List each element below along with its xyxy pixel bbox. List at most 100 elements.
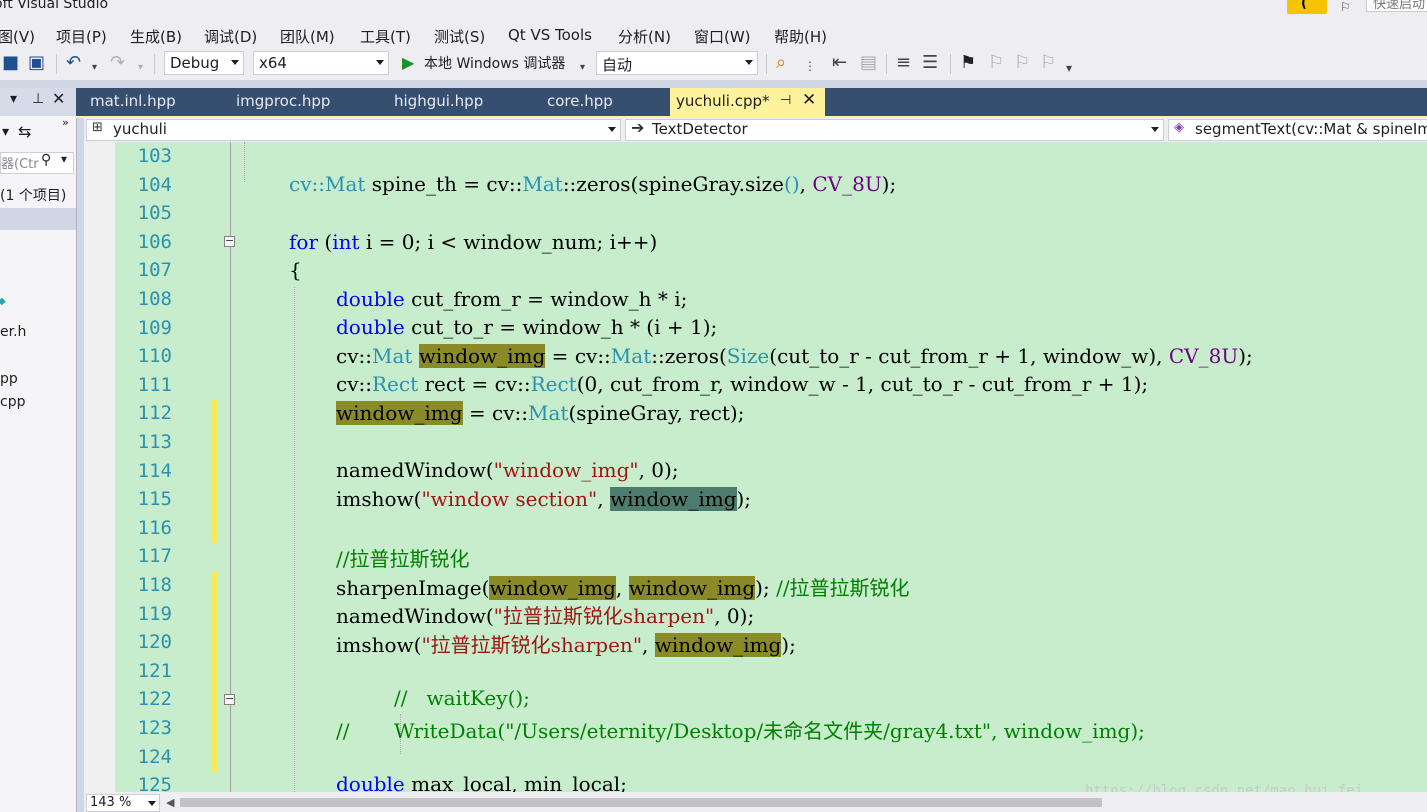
code-line-120[interactable]: imshow("拉普拉斯锐化sharpen", window_img); xyxy=(336,629,796,658)
panel-dropdown-icon[interactable]: ▾ xyxy=(10,91,17,107)
comment-icon[interactable]: ≡ xyxy=(896,53,911,73)
redo-icon[interactable]: ↷ xyxy=(110,53,125,73)
step-disabled-icon[interactable]: ▤ xyxy=(860,53,877,73)
project-dropdown[interactable]: ⊞ yuchuli xyxy=(86,119,621,141)
menu-test[interactable]: 测试(S) xyxy=(434,26,485,47)
zoom-dropdown[interactable]: 143 % xyxy=(86,794,160,812)
overflow-icon[interactable]: ⋮ xyxy=(804,56,816,76)
tab-highgui-hpp[interactable]: highgui.hpp xyxy=(394,92,483,110)
chevron-down-icon xyxy=(376,60,384,65)
code-line-111[interactable]: cv::Rect rect = cv::Rect(0, cut_from_r, … xyxy=(336,372,1148,396)
tab-yuchuli-cpp[interactable]: yuchuli.cpp* ⊣ ✕ xyxy=(670,88,825,116)
code-line-109[interactable]: double cut_to_r = window_h * (i + 1); xyxy=(336,315,717,339)
configuration-dropdown[interactable]: Debug xyxy=(164,51,244,75)
overflow-icon[interactable]: » xyxy=(62,116,69,129)
quick-launch-input[interactable]: 快速启动 xyxy=(1366,0,1427,12)
close-icon[interactable]: ✕ xyxy=(802,90,816,110)
sync-icon[interactable]: ⇆ xyxy=(18,122,31,141)
code-line-125[interactable]: double max_local, min_local; xyxy=(336,772,627,792)
run-mode-dropdown[interactable]: 自动 xyxy=(596,51,758,75)
undo-icon[interactable]: ↶ xyxy=(66,53,81,73)
class-dropdown[interactable]: ➔ TextDetector xyxy=(625,119,1164,141)
close-icon[interactable]: ✕ xyxy=(52,89,65,108)
fold-icon[interactable]: − xyxy=(224,235,235,247)
redo-dropdown-icon[interactable]: ▾ xyxy=(138,58,143,78)
scroll-left-icon[interactable]: ◀ xyxy=(166,796,174,809)
solution-project-count[interactable]: (1 个项目) xyxy=(0,185,66,205)
bookmark-icon[interactable]: ⚑ xyxy=(960,53,976,73)
code-line-122[interactable]: // waitKey(); xyxy=(394,686,530,710)
menu-project[interactable]: 项目(P) xyxy=(56,26,107,47)
clear-bookmarks-icon[interactable]: ⚐ xyxy=(1040,53,1056,73)
line-number: 104 xyxy=(137,173,172,196)
configuration-value: Debug xyxy=(170,54,220,72)
line-number: 110 xyxy=(137,345,172,368)
toolbar-options-icon[interactable]: ▾ xyxy=(1066,58,1072,78)
save-all-icon[interactable]: ▣ xyxy=(28,53,45,73)
change-marker xyxy=(211,572,218,772)
start-debug-button[interactable]: 本地 Windows 调试器 xyxy=(424,53,565,73)
selection-margin[interactable] xyxy=(84,142,115,792)
tree-item-file[interactable]: cpp xyxy=(0,394,25,410)
tab-mat-inl-hpp[interactable]: mat.inl.hpp xyxy=(90,92,176,110)
tree-marker: ◆ xyxy=(0,296,6,307)
menu-help[interactable]: 帮助(H) xyxy=(774,26,827,47)
code-line-110[interactable]: cv::Mat window_img = cv::Mat::zeros(Size… xyxy=(336,344,1253,368)
uncomment-icon[interactable]: ☰ xyxy=(922,53,938,73)
code-line-119[interactable]: namedWindow("拉普拉斯锐化sharpen", 0); xyxy=(336,600,754,629)
line-number: 121 xyxy=(137,659,172,682)
fold-icon[interactable]: − xyxy=(224,693,235,705)
menu-team[interactable]: 团队(M) xyxy=(280,26,335,47)
collapse-icon[interactable]: ▾ xyxy=(2,124,9,140)
code-line-106[interactable]: for (int i = 0; i < window_num; i++) xyxy=(289,230,657,254)
tab-core-hpp[interactable]: core.hpp xyxy=(547,92,613,110)
indent-guide xyxy=(244,142,245,182)
code-line-123[interactable]: // WriteData("/Users/eternity/Desktop/未命… xyxy=(336,715,1145,744)
member-dropdown[interactable]: ◈ segmentText(cv::Mat & spineImage xyxy=(1168,119,1427,141)
line-number: 107 xyxy=(137,259,172,282)
change-marker xyxy=(211,400,218,543)
menu-view[interactable]: 图(V) xyxy=(0,26,35,47)
solution-explorer-panel: ▾ ⊥ ✕ ▾ ⇆ » 器(Ctr ⚲ ▾ (1 个项目) ◆ er.h pp … xyxy=(0,88,77,812)
code-line-112[interactable]: window_img = cv::Mat(spineGray, rect); xyxy=(336,401,744,425)
pin-icon[interactable]: ⊥ xyxy=(32,91,44,107)
chevron-down-icon xyxy=(1151,127,1159,132)
prev-bookmark-icon[interactable]: ⚐ xyxy=(988,53,1004,73)
code-line-108[interactable]: double cut_from_r = window_h * i; xyxy=(336,287,687,311)
code-line-115[interactable]: imshow("window section", window_img); xyxy=(336,487,751,511)
code-line-104[interactable]: cv::Mat spine_th = cv::Mat::zeros(spineG… xyxy=(289,172,896,196)
step-icon[interactable]: ⇤ xyxy=(832,53,847,73)
platform-dropdown[interactable]: x64 xyxy=(253,51,389,75)
code-editor[interactable]: 103 104 105 106 107 108 109 110 111 112 113 114 115 1… xyxy=(84,142,1427,792)
menu-debug[interactable]: 调试(D) xyxy=(204,26,257,47)
horizontal-scrollbar-thumb[interactable] xyxy=(180,798,1102,807)
pin-icon[interactable]: ⊣ xyxy=(780,93,791,108)
notification-icon[interactable]: ⚐ xyxy=(1340,0,1351,14)
next-bookmark-icon[interactable]: ⚐ xyxy=(1014,53,1030,73)
panel-header: ▾ ⊥ ✕ xyxy=(0,88,76,116)
menu-window[interactable]: 窗口(W) xyxy=(694,26,751,47)
class-value: TextDetector xyxy=(652,120,748,138)
menu-qt-vs-tools[interactable]: Qt VS Tools xyxy=(508,26,592,44)
toolbar-separator xyxy=(56,54,57,74)
tab-imgproc-hpp[interactable]: imgproc.hpp xyxy=(236,92,330,110)
run-dropdown-icon[interactable]: ▾ xyxy=(580,58,585,78)
code-line-117[interactable]: //拉普拉斯锐化 xyxy=(336,543,469,572)
start-debug-icon[interactable]: ▶ xyxy=(402,53,414,72)
code-line-107[interactable]: { xyxy=(289,258,302,282)
menu-analyze[interactable]: 分析(N) xyxy=(618,26,671,47)
code-line-118[interactable]: sharpenImage(window_img, window_img); //… xyxy=(336,572,910,601)
tree-item-file[interactable]: er.h xyxy=(0,324,26,340)
find-icon[interactable]: ⌕ xyxy=(776,53,786,73)
menu-tools[interactable]: 工具(T) xyxy=(360,26,411,47)
solution-search-input[interactable]: 器(Ctr ⚲ ▾ xyxy=(0,152,74,174)
selected-tree-row[interactable] xyxy=(0,208,76,230)
menu-build[interactable]: 生成(B) xyxy=(130,26,182,47)
tree-item-file[interactable]: pp xyxy=(0,371,18,387)
navigation-bar: ⊞ yuchuli ➔ TextDetector ◈ segmentText(c… xyxy=(84,118,1427,142)
line-number: 124 xyxy=(137,745,172,768)
feedback-icon[interactable]: ( xyxy=(1287,0,1327,14)
save-icon[interactable]: ■ xyxy=(2,53,19,73)
undo-dropdown-icon[interactable]: ▾ xyxy=(92,58,97,78)
code-line-114[interactable]: namedWindow("window_img", 0); xyxy=(336,458,679,482)
